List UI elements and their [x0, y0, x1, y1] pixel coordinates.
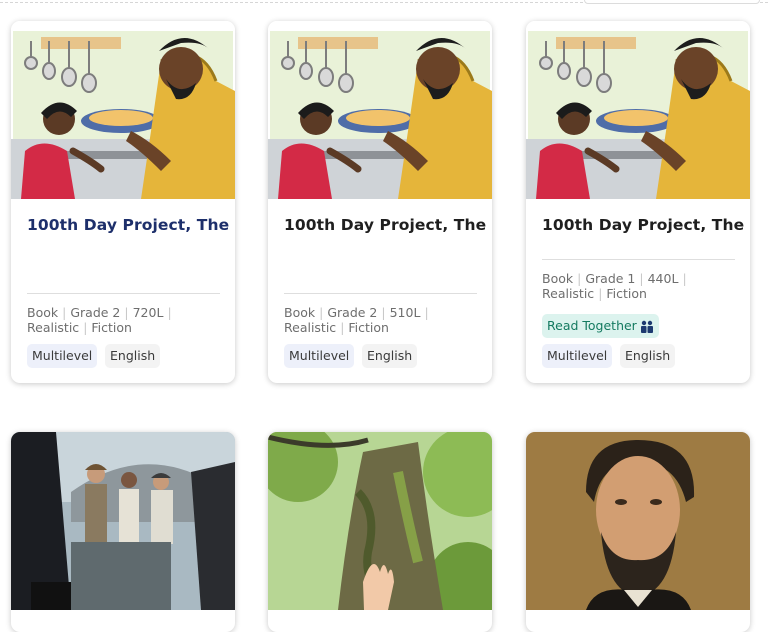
language-tag: English [362, 344, 418, 368]
book-grade: Grade 1 [585, 271, 636, 286]
book-grade: Grade 2 [70, 305, 121, 320]
book-card-6[interactable] [526, 432, 750, 632]
card-divider [284, 293, 477, 294]
book-metadata: Book | Grade 2 | 720L | Realistic | Fiction [27, 305, 223, 335]
meta-separator: | [381, 305, 386, 320]
book-type: Book [27, 305, 59, 320]
meta-separator: | [424, 305, 429, 320]
multilevel-tag: Multilevel [284, 344, 355, 368]
book-card-2[interactable]: 100th Day Project, The Book | Grade 2 | 510L… [268, 21, 492, 383]
language-tag: English [620, 344, 676, 368]
book-cover-image[interactable] [526, 21, 750, 199]
card-divider [27, 293, 220, 294]
book-genre: Realistic [542, 286, 595, 301]
book-metadata: Book | Grade 1 | 440L | Realistic | Fiction [542, 271, 738, 301]
book-grade: Grade 2 [327, 305, 378, 320]
search-box-edge[interactable] [584, 0, 760, 4]
book-cover-image[interactable] [526, 432, 750, 610]
book-title[interactable]: 100th Day Project, The [284, 216, 486, 234]
book-cover-image[interactable] [268, 432, 492, 610]
book-category: Fiction [91, 320, 132, 335]
book-category: Fiction [348, 320, 389, 335]
multilevel-tag: Multilevel [27, 344, 98, 368]
book-category: Fiction [606, 286, 647, 301]
book-cover-image[interactable] [11, 432, 235, 610]
cover-illustration-kitchen [11, 21, 235, 199]
book-genre: Realistic [27, 320, 80, 335]
book-card-4[interactable] [11, 432, 235, 632]
book-metadata: Book | Grade 2 | 510L | Realistic | Fiction [284, 305, 480, 335]
book-lexile: 440L [647, 271, 679, 286]
cover-illustration-kitchen [526, 21, 750, 199]
book-title[interactable]: 100th Day Project, The [542, 216, 744, 234]
book-genre: Realistic [284, 320, 337, 335]
meta-separator: | [639, 271, 644, 286]
book-type: Book [284, 305, 316, 320]
card-divider [542, 259, 735, 260]
meta-separator: | [62, 305, 67, 320]
language-tag: English [105, 344, 161, 368]
cover-illustration-soldiers [11, 432, 235, 610]
book-card-5[interactable] [268, 432, 492, 632]
meta-separator: | [577, 271, 582, 286]
book-lexile: 510L [389, 305, 421, 320]
book-type: Book [542, 271, 574, 286]
book-title[interactable]: 100th Day Project, The [27, 216, 229, 234]
book-card-1[interactable]: 100th Day Project, The Book | Grade 2 | 720L… [11, 21, 235, 383]
multilevel-tag: Multilevel [542, 344, 613, 368]
read-together-label: Read Together [547, 318, 637, 333]
meta-separator: | [340, 320, 345, 335]
cover-illustration-kitchen [268, 21, 492, 199]
meta-separator: | [598, 286, 603, 301]
book-cover-image[interactable] [11, 21, 235, 199]
book-card-3[interactable]: 100th Day Project, The Book | Grade 1 | 440L… [526, 21, 750, 383]
read-together-badge: Read Together [542, 314, 659, 338]
meta-separator: | [319, 305, 324, 320]
book-lexile: 720L [132, 305, 164, 320]
read-together-icon [640, 320, 653, 333]
meta-separator: | [682, 271, 687, 286]
meta-separator: | [83, 320, 88, 335]
cover-photo-tree [268, 432, 492, 610]
cover-portrait-lincoln [526, 432, 750, 610]
meta-separator: | [124, 305, 129, 320]
meta-separator: | [167, 305, 172, 320]
book-cover-image[interactable] [268, 21, 492, 199]
